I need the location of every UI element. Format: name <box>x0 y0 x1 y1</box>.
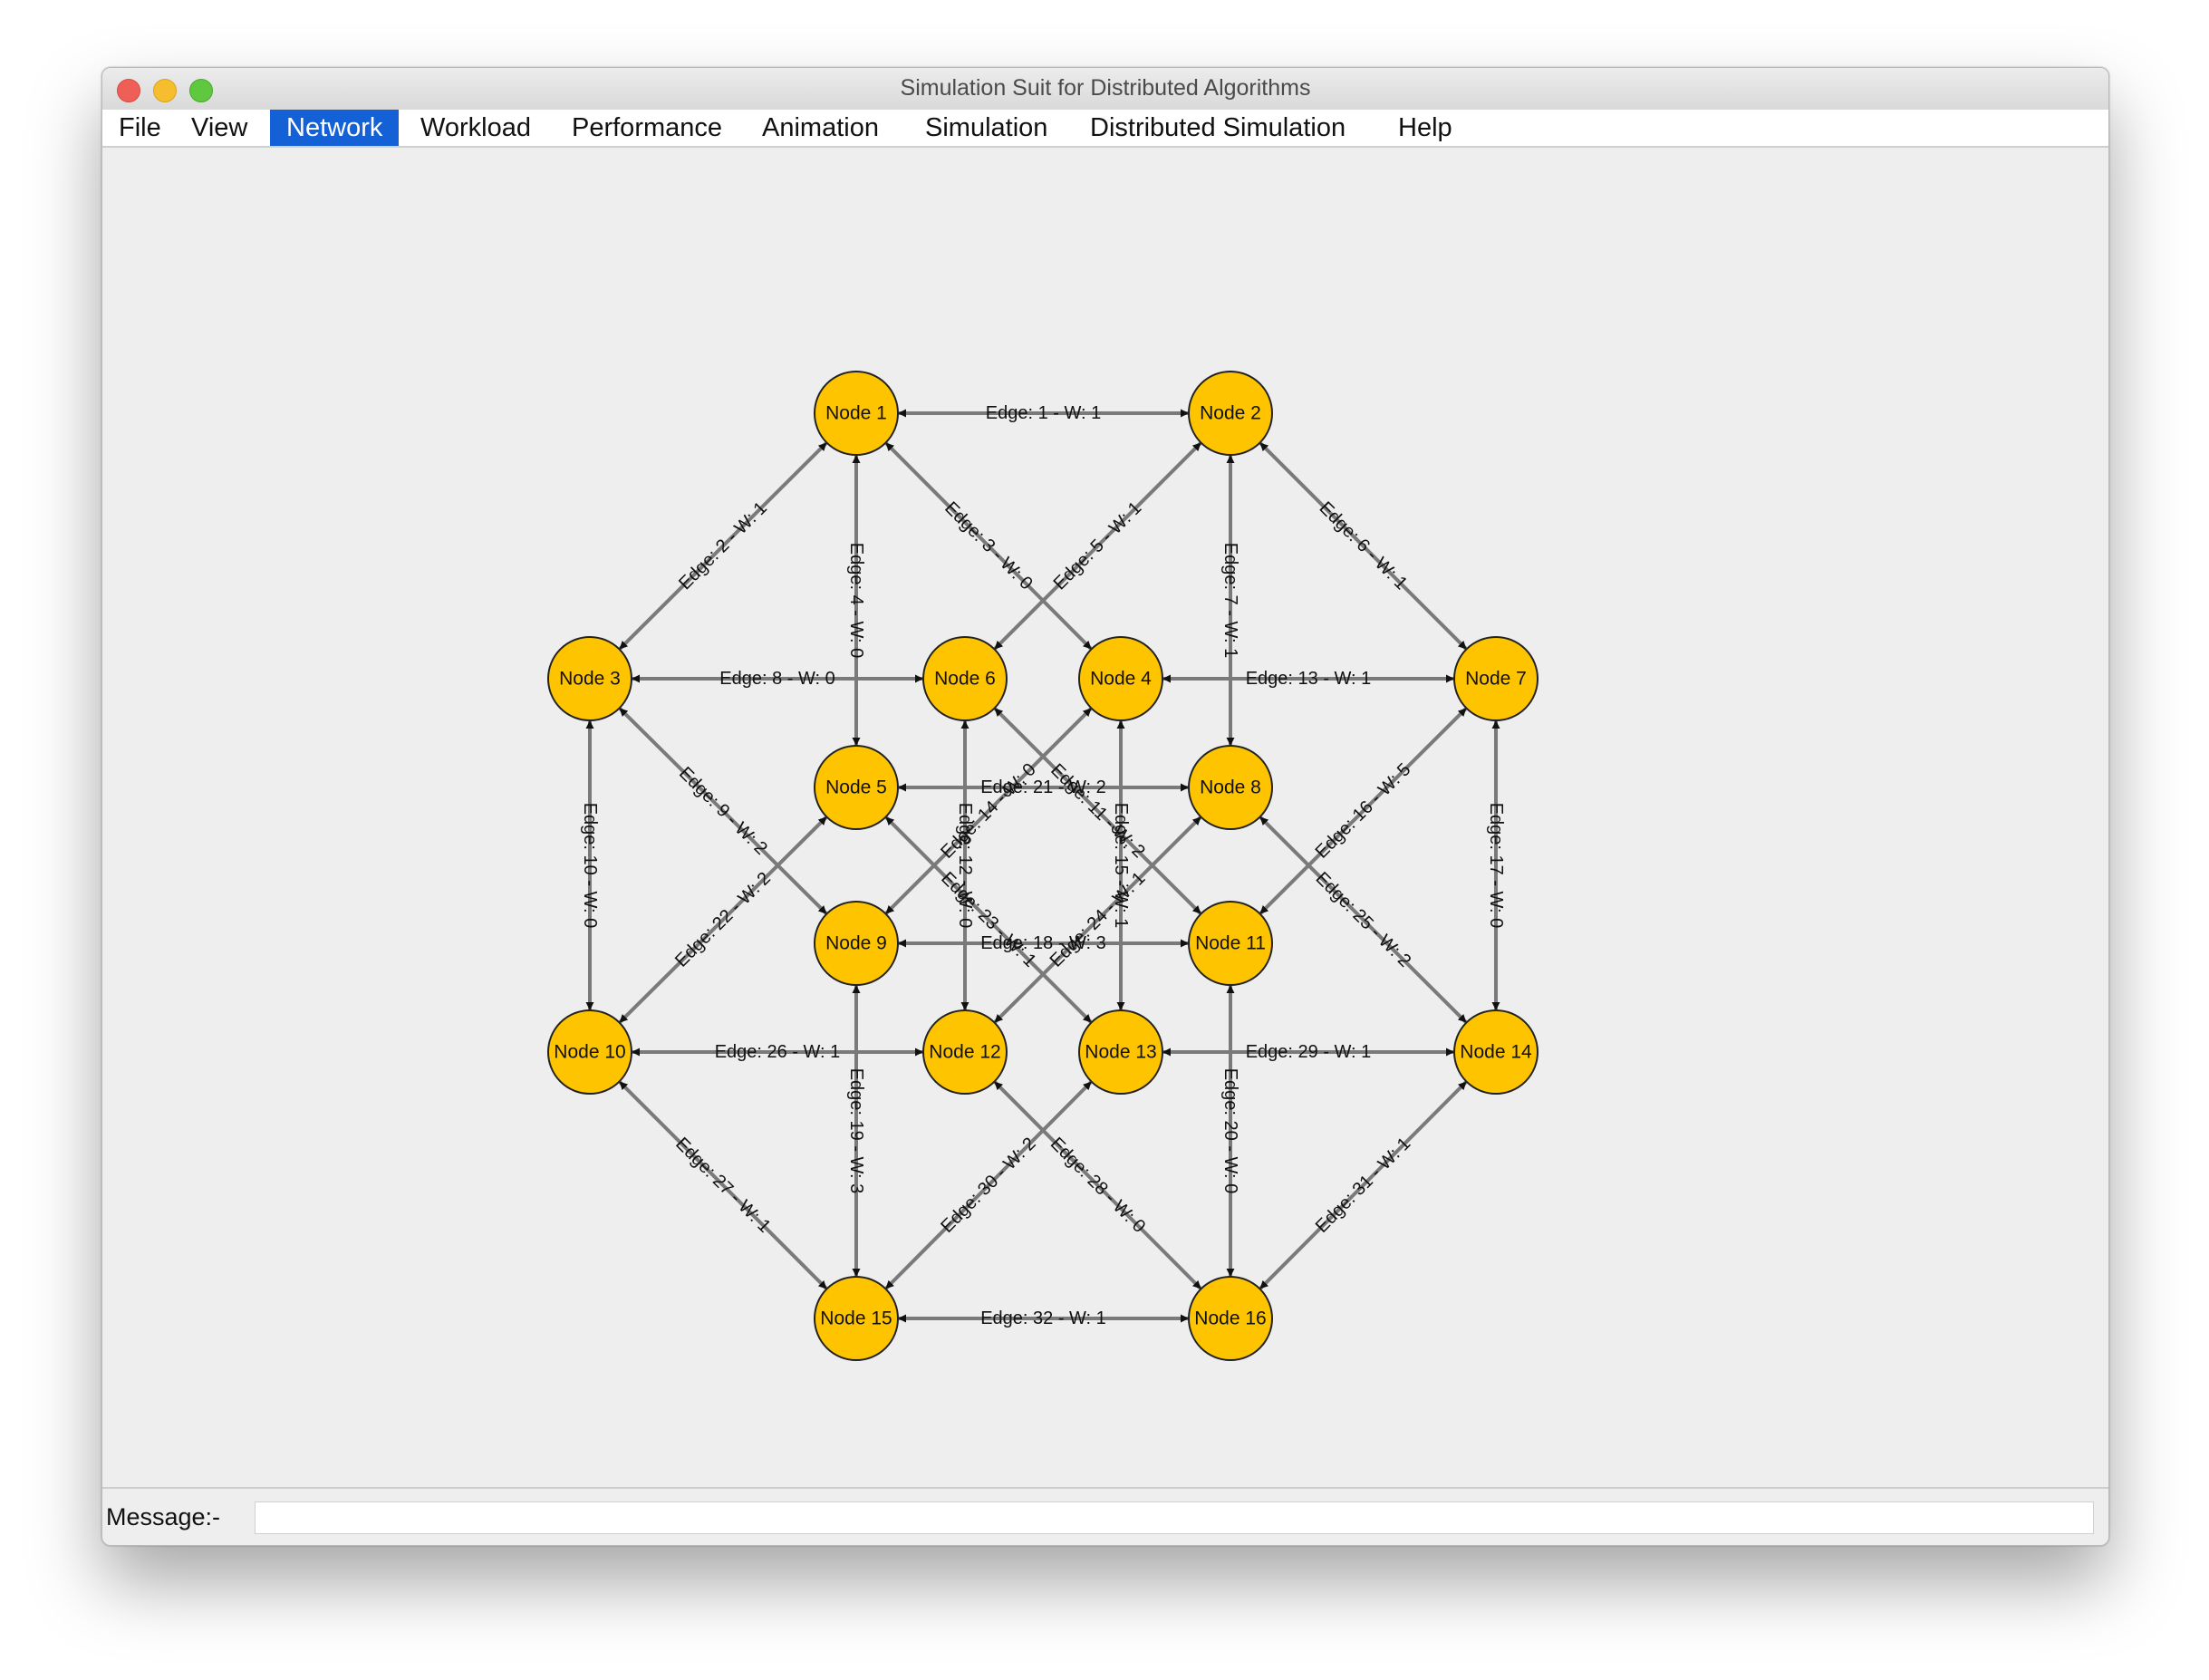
graph-node[interactable]: Node 10 <box>547 1009 632 1095</box>
node-label: Node 1 <box>825 403 887 424</box>
graph-node[interactable]: Node 1 <box>814 371 899 456</box>
node-label: Node 4 <box>1090 669 1152 690</box>
graph-node[interactable]: Node 5 <box>814 745 899 830</box>
node-label: Node 8 <box>1200 777 1261 798</box>
node-label: Node 6 <box>934 669 996 690</box>
node-label: Node 7 <box>1465 669 1527 690</box>
graph-node[interactable]: Node 8 <box>1188 745 1273 830</box>
menu-view[interactable]: View <box>175 110 264 146</box>
menu-simulation[interactable]: Simulation <box>909 110 1064 146</box>
edge-label: Edge: 17 - W: 0 <box>1486 803 1506 929</box>
node-label: Node 16 <box>1194 1308 1266 1329</box>
edge-label: Edge: 19 - W: 3 <box>846 1068 866 1194</box>
edge-label: Edge: 10 - W: 0 <box>580 803 600 929</box>
edge-label: Edge: 1 - W: 1 <box>986 403 1101 423</box>
message-field[interactable] <box>255 1501 2094 1534</box>
graph-node[interactable]: Node 7 <box>1453 636 1539 721</box>
node-label: Node 2 <box>1200 403 1261 424</box>
node-label: Node 12 <box>929 1042 1000 1063</box>
menu-animation[interactable]: Animation <box>746 110 895 146</box>
graph-node[interactable]: Node 16 <box>1188 1276 1273 1361</box>
node-label: Node 14 <box>1460 1042 1532 1063</box>
node-label: Node 5 <box>825 777 887 798</box>
window-title: Simulation Suit for Distributed Algorith… <box>900 75 1311 101</box>
graph-node[interactable]: Node 13 <box>1078 1009 1163 1095</box>
edge-label: Edge: 26 - W: 1 <box>715 1042 841 1062</box>
menu-distributed-simulation[interactable]: Distributed Simulation <box>1074 110 1362 146</box>
graph-node[interactable]: Node 6 <box>922 636 1008 721</box>
edge-label: Edge: 24 - W: 1 <box>1047 868 1150 970</box>
edge-label: Edge: 29 - W: 1 <box>1246 1042 1372 1062</box>
status-bar: Message:- <box>102 1487 2108 1545</box>
graph-node[interactable]: Node 3 <box>547 636 632 721</box>
edge-label: Edge: 16 - W: 5 <box>1312 759 1415 862</box>
edge-label: Edge: 11 - W: 2 <box>1047 760 1149 862</box>
graph-node[interactable]: Node 4 <box>1078 636 1163 721</box>
message-label: Message:- <box>106 1503 221 1530</box>
edge-label: Edge: 30 - W: 2 <box>937 1134 1039 1237</box>
edge-label: Edge: 28 - W: 0 <box>1047 1134 1149 1237</box>
node-label: Node 15 <box>820 1308 892 1329</box>
menu-performance[interactable]: Performance <box>555 110 738 146</box>
menu-bar: File View Network Workload Performance A… <box>102 110 2108 148</box>
edge-label: Edge: 21 - W: 2 <box>980 777 1106 797</box>
menu-file[interactable]: File <box>102 110 178 146</box>
graph-node[interactable]: Node 11 <box>1188 901 1273 986</box>
graph-node[interactable]: Node 14 <box>1453 1009 1539 1095</box>
menu-network[interactable]: Network <box>270 110 400 146</box>
edge-label: Edge: 14 - W: 0 <box>937 759 1040 863</box>
network-graph[interactable]: Edge: 1 - W: 1 Edge: 2 - W: 1 Edge: 3 - W:… <box>102 148 2108 1483</box>
edge-label: Edge: 6 - W: 1 <box>1316 498 1412 594</box>
node-label: Node 11 <box>1195 933 1266 954</box>
edge-label: Edge: 2 - W: 1 <box>675 498 771 594</box>
network-canvas[interactable]: Edge: 1 - W: 1 Edge: 2 - W: 1 Edge: 3 - W:… <box>102 148 2108 1483</box>
edge-label: Edge: 7 - W: 1 <box>1220 543 1240 658</box>
edge-label: Edge: 8 - W: 0 <box>719 669 834 689</box>
app-window: Simulation Suit for Distributed Algorith… <box>101 67 2109 1546</box>
graph-node[interactable]: Node 12 <box>922 1009 1008 1095</box>
graph-node[interactable]: Node 2 <box>1188 371 1273 456</box>
edge-label: Edge: 13 - W: 1 <box>1246 669 1372 689</box>
edge-label: Edge: 23 - W: 1 <box>937 868 1040 971</box>
node-label: Node 10 <box>554 1042 625 1063</box>
edge-label: Edge: 20 - W: 0 <box>1220 1068 1240 1194</box>
edge-label: Edge: 3 - W: 0 <box>941 498 1037 594</box>
edge-label: Edge: 27 - W: 1 <box>671 1134 775 1237</box>
graph-node[interactable]: Node 9 <box>814 901 899 986</box>
node-label: Node 9 <box>825 933 887 954</box>
edge-label: Edge: 4 - W: 0 <box>846 543 866 658</box>
node-label: Node 13 <box>1085 1042 1156 1063</box>
edge-label: Edge: 22 - W: 2 <box>671 868 775 970</box>
node-label: Node 3 <box>559 669 621 690</box>
edge-label: Edge: 31 - W: 1 <box>1312 1134 1414 1237</box>
edge-label: Edge: 9 - W: 2 <box>675 763 771 858</box>
menu-workload[interactable]: Workload <box>404 110 547 146</box>
edge-label: Edge: 5 - W: 1 <box>1050 498 1146 594</box>
graph-node[interactable]: Node 15 <box>814 1276 899 1361</box>
edge-label: Edge: 25 - W: 2 <box>1312 868 1415 970</box>
title-bar[interactable]: Simulation Suit for Distributed Algorith… <box>102 68 2108 111</box>
menu-help[interactable]: Help <box>1382 110 1469 146</box>
edge-label: Edge: 32 - W: 1 <box>980 1308 1106 1328</box>
